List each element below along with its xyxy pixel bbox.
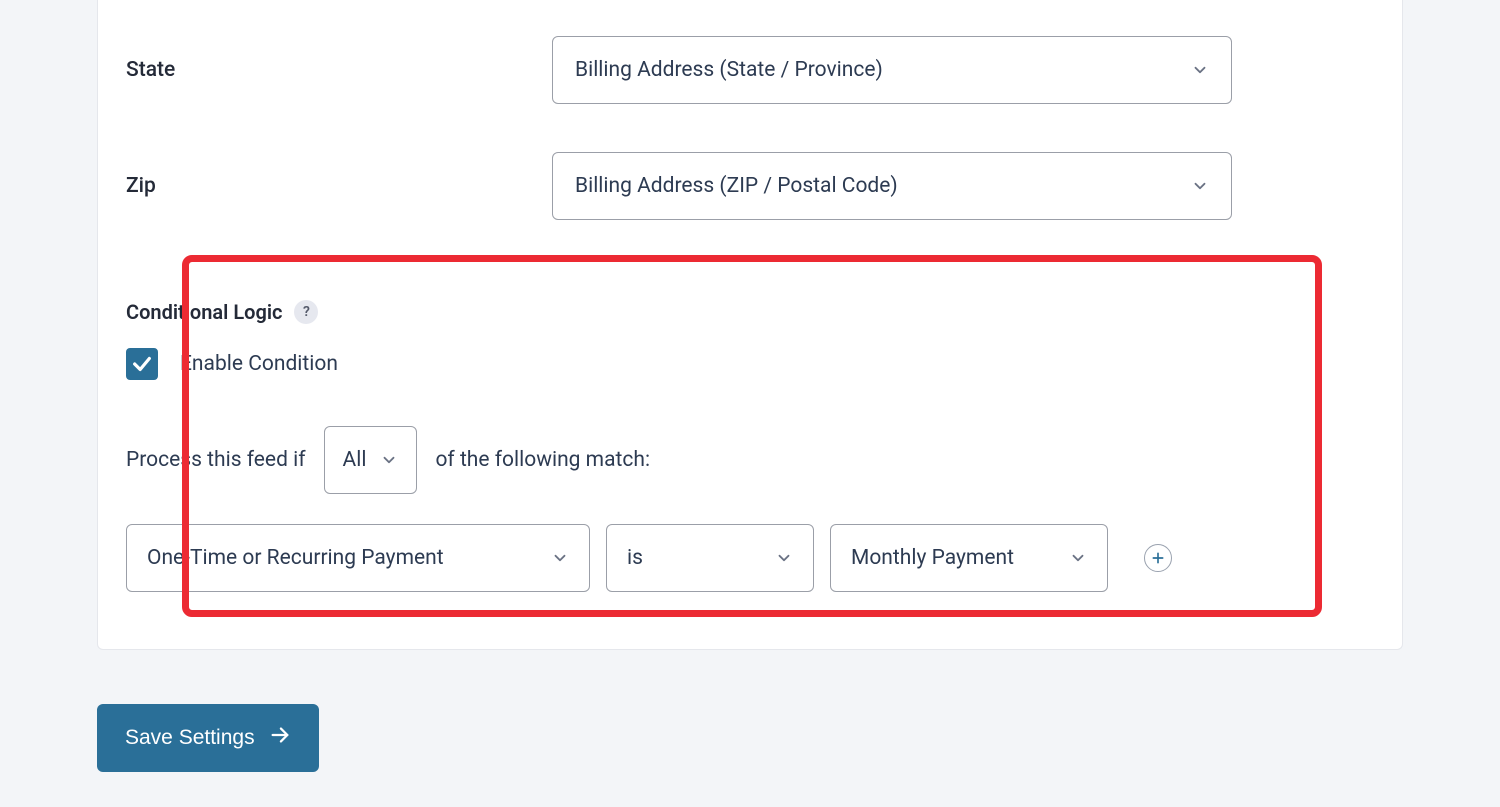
match-type-value: All — [343, 448, 367, 472]
zip-select[interactable]: Billing Address (ZIP / Postal Code) — [552, 152, 1232, 220]
chevron-down-icon — [1191, 61, 1209, 79]
condition-match-line: Process this feed if All of the followin… — [98, 426, 1402, 494]
enable-condition-row: Enable Condition — [98, 348, 1402, 380]
conditional-logic-title: Conditional Logic — [126, 300, 282, 324]
condition-operator-select[interactable]: is — [606, 524, 814, 592]
add-condition-button[interactable] — [1144, 544, 1172, 572]
condition-prefix: Process this feed if — [126, 448, 306, 472]
state-select-value: Billing Address (State / Province) — [575, 58, 883, 82]
condition-row: One-Time or Recurring Payment is Monthly… — [98, 524, 1402, 592]
condition-field-value: One-Time or Recurring Payment — [147, 546, 444, 570]
field-row-zip: Zip Billing Address (ZIP / Postal Code) — [98, 152, 1402, 220]
chevron-down-icon — [380, 451, 398, 469]
chevron-down-icon — [775, 549, 793, 567]
settings-panel: State Billing Address (State / Province)… — [97, 0, 1403, 650]
condition-operator-value: is — [627, 546, 643, 570]
conditional-logic-header: Conditional Logic ? — [98, 300, 1402, 324]
chevron-down-icon — [1069, 549, 1087, 567]
enable-condition-label: Enable Condition — [180, 352, 338, 376]
match-type-select[interactable]: All — [324, 426, 418, 494]
condition-field-select[interactable]: One-Time or Recurring Payment — [126, 524, 590, 592]
chevron-down-icon — [551, 549, 569, 567]
zip-select-value: Billing Address (ZIP / Postal Code) — [575, 174, 898, 198]
arrow-right-icon — [269, 724, 291, 752]
save-button-label: Save Settings — [125, 726, 255, 750]
field-row-state: State Billing Address (State / Province) — [98, 36, 1402, 104]
field-label-state: State — [126, 58, 552, 82]
field-label-zip: Zip — [126, 174, 552, 198]
condition-suffix: of the following match: — [435, 448, 650, 472]
condition-value-select[interactable]: Monthly Payment — [830, 524, 1108, 592]
chevron-down-icon — [1191, 177, 1209, 195]
help-icon[interactable]: ? — [294, 300, 318, 324]
state-select[interactable]: Billing Address (State / Province) — [552, 36, 1232, 104]
save-settings-button[interactable]: Save Settings — [97, 704, 319, 772]
enable-condition-checkbox[interactable] — [126, 348, 158, 380]
condition-value-value: Monthly Payment — [851, 546, 1014, 570]
